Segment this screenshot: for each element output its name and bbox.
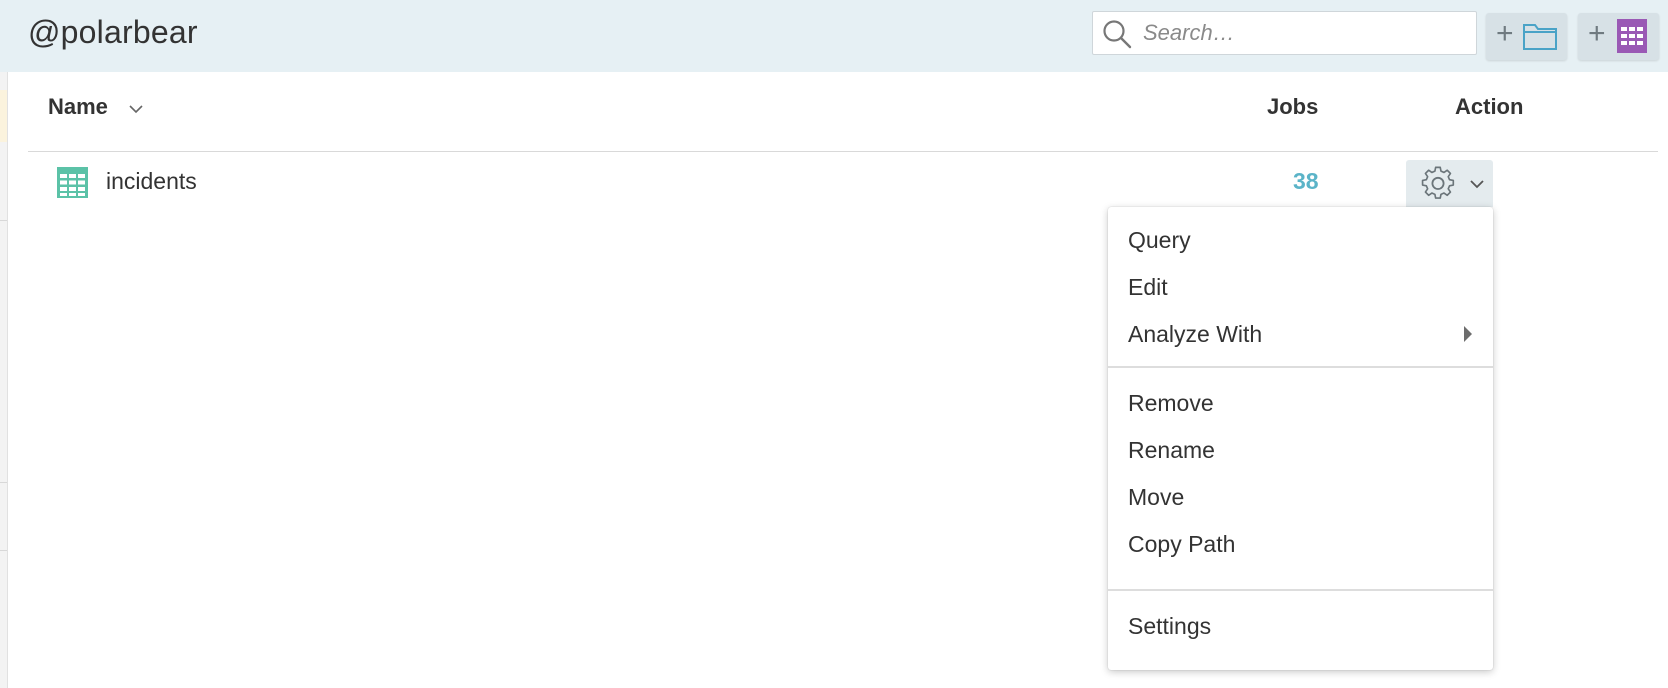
menu-item-analyze-with[interactable]: Analyze With xyxy=(1108,311,1493,357)
left-edge-divider xyxy=(0,220,7,221)
left-edge-panel xyxy=(0,72,8,688)
header-divider xyxy=(28,151,1658,152)
menu-item-label: Move xyxy=(1128,484,1185,510)
column-header-jobs: Jobs xyxy=(1267,94,1319,119)
menu-item-label: Analyze With xyxy=(1128,321,1263,347)
search-icon xyxy=(1103,20,1132,49)
menu-item-label: Rename xyxy=(1128,437,1215,463)
dataset-grid-icon xyxy=(1617,19,1647,53)
menu-item-label: Copy Path xyxy=(1128,531,1236,557)
column-header-action: Action xyxy=(1455,94,1524,119)
menu-item-label: Query xyxy=(1128,227,1191,253)
menu-item-settings[interactable]: Settings xyxy=(1108,603,1493,649)
table-grid-icon xyxy=(57,167,88,198)
left-edge-divider xyxy=(0,482,7,483)
new-folder-button[interactable]: + xyxy=(1486,13,1567,60)
left-edge-divider xyxy=(0,550,7,551)
search-input[interactable] xyxy=(1143,18,1463,48)
action-menu: Query Edit Analyze With Remove Rename Mo… xyxy=(1108,207,1493,670)
menu-item-query[interactable]: Query xyxy=(1108,217,1493,263)
page-header: @polarbear + + xyxy=(0,0,1668,72)
menu-item-label: Edit xyxy=(1128,274,1168,300)
menu-item-copy-path[interactable]: Copy Path xyxy=(1108,521,1493,567)
jobs-count-link[interactable]: 38 xyxy=(1293,168,1319,195)
menu-item-label: Settings xyxy=(1128,613,1212,639)
chevron-down-icon xyxy=(1470,180,1484,189)
dataset-name-link[interactable]: incidents xyxy=(106,168,197,195)
menu-item-remove[interactable]: Remove xyxy=(1108,380,1493,426)
plus-icon: + xyxy=(1496,17,1514,50)
chevron-down-icon[interactable] xyxy=(128,104,144,114)
new-dataset-button[interactable]: + xyxy=(1578,13,1659,60)
menu-item-rename[interactable]: Rename xyxy=(1108,427,1493,473)
search-box[interactable] xyxy=(1092,11,1477,55)
plus-icon: + xyxy=(1588,17,1606,50)
menu-item-label: Remove xyxy=(1128,390,1214,416)
menu-item-edit[interactable]: Edit xyxy=(1108,264,1493,310)
menu-divider xyxy=(1108,589,1493,591)
left-edge-highlight xyxy=(0,90,7,142)
settings-dropdown-button[interactable] xyxy=(1406,160,1493,207)
gear-icon xyxy=(1421,166,1455,199)
menu-divider xyxy=(1108,366,1493,368)
folder-icon xyxy=(1523,24,1557,50)
submenu-caret-icon xyxy=(1464,326,1472,342)
column-header-name[interactable]: Name xyxy=(48,94,108,120)
menu-item-move[interactable]: Move xyxy=(1108,474,1493,520)
page-title: @polarbear xyxy=(28,14,198,50)
